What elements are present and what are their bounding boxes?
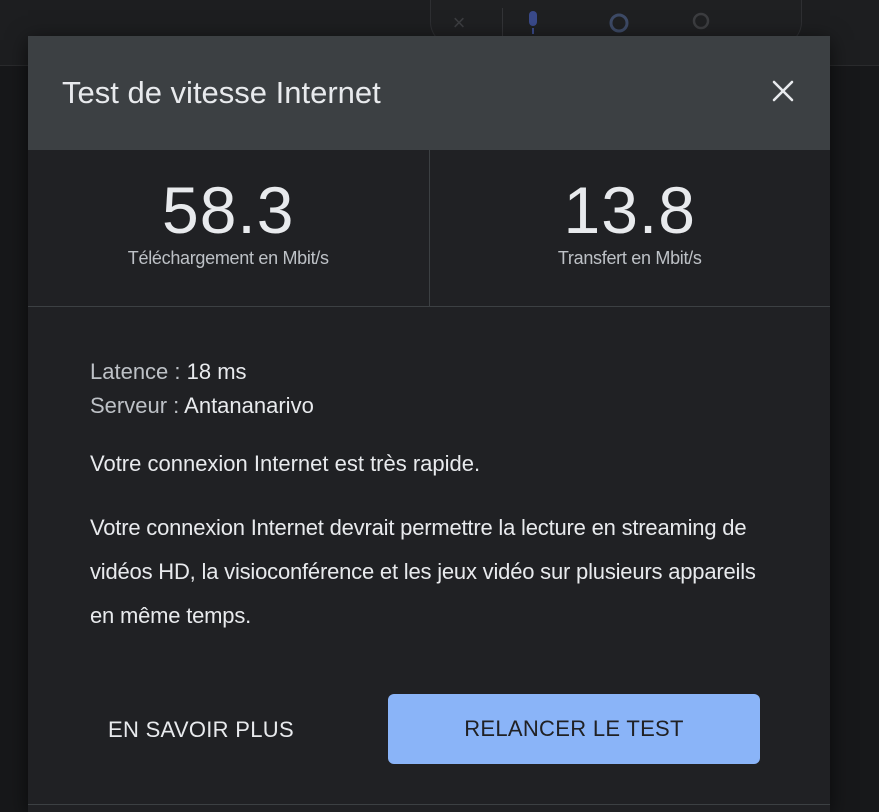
download-label: Téléchargement en Mbit/s xyxy=(127,248,329,268)
server-value: Antananarivo xyxy=(184,393,314,418)
upload-label: Transfert en Mbit/s xyxy=(557,248,702,268)
latency-label: Latence : xyxy=(90,359,187,384)
dialog-body: Latence : 18 ms Serveur : Antananarivo V… xyxy=(28,307,830,638)
close-button[interactable] xyxy=(766,74,800,108)
background-mic-icon xyxy=(520,10,546,36)
download-metric: 58.3 Téléchargement en Mbit/s xyxy=(28,150,429,306)
background-divider xyxy=(502,8,503,36)
server-row: Serveur : Antananarivo xyxy=(90,389,768,423)
upload-value: 13.8 xyxy=(563,173,696,247)
speed-test-dialog: Test de vitesse Internet 58.3 Télécharge… xyxy=(28,36,830,812)
learn-more-button[interactable]: EN SAVOIR PLUS xyxy=(108,708,294,752)
latency-row: Latence : 18 ms xyxy=(90,355,768,389)
footer-divider xyxy=(28,804,830,805)
dialog-title: Test de vitesse Internet xyxy=(62,75,381,110)
download-value: 58.3 xyxy=(162,173,295,247)
speed-metrics: 58.3 Téléchargement en Mbit/s 13.8 Trans… xyxy=(28,150,830,307)
rerun-test-button[interactable]: RELANCER LE TEST xyxy=(388,694,760,764)
speed-verdict: Votre connexion Internet est très rapide… xyxy=(90,451,481,476)
background-search-icon xyxy=(690,10,716,36)
upload-metric: 13.8 Transfert en Mbit/s xyxy=(428,150,831,306)
dialog-header: Test de vitesse Internet xyxy=(28,36,830,150)
background-clear-icon: × xyxy=(452,10,466,35)
dialog-actions: EN SAVOIR PLUS RELANCER LE TEST xyxy=(28,694,830,764)
speed-description: Votre connexion Internet devrait permett… xyxy=(90,515,756,628)
server-label: Serveur : xyxy=(90,393,185,418)
close-icon xyxy=(772,80,794,102)
background-right-edge xyxy=(830,66,879,812)
background-lens-icon xyxy=(606,10,632,36)
latency-value: 18 ms xyxy=(186,359,247,384)
